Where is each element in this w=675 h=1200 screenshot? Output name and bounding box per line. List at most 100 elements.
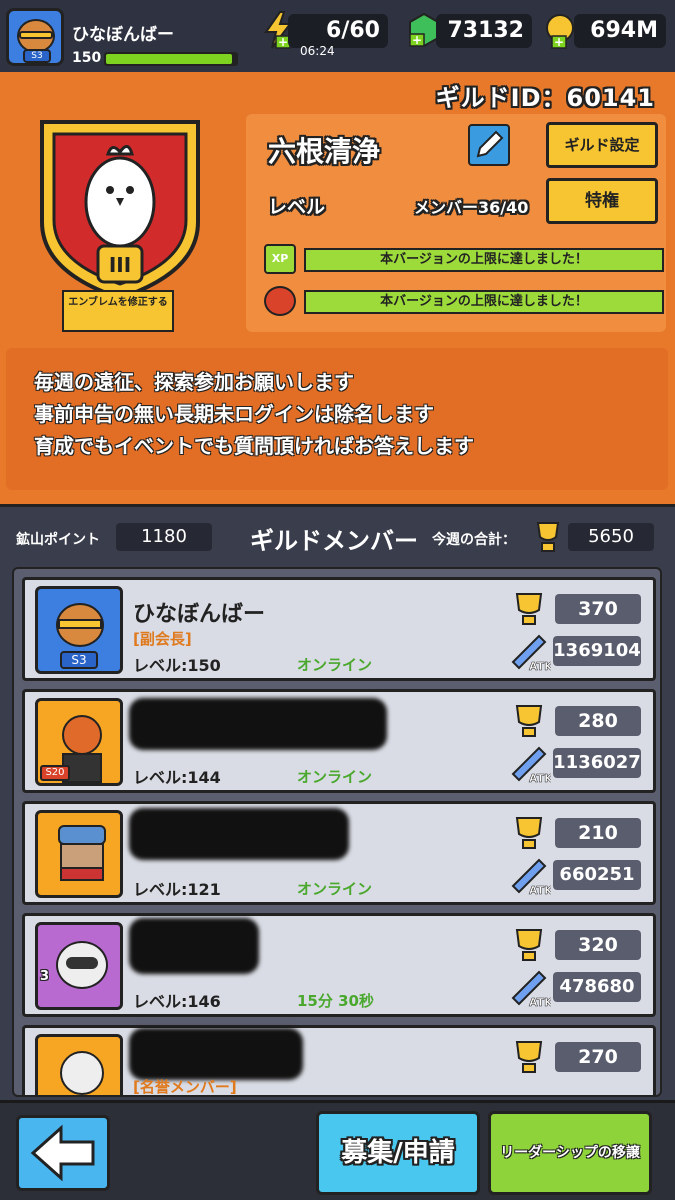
trophy-icon <box>515 593 543 625</box>
member-role: [副会長] <box>133 630 192 648</box>
xp-icon: XP <box>264 244 296 274</box>
sunglasses-icon <box>19 31 53 39</box>
perks-button[interactable]: 特権 <box>546 178 658 224</box>
hammer-icon <box>264 286 296 316</box>
atk-sword-icon: ATK <box>511 970 551 1008</box>
top-bar: S3 ひなぼんばー 150 + 6/60 06:24 + 73132 + 694… <box>0 0 675 72</box>
atk-sword-icon: ATK <box>511 858 551 896</box>
member-avatar <box>35 810 123 898</box>
player-xp-bar <box>104 52 238 66</box>
member-avatar: 3 <box>35 922 123 1010</box>
guild-craft-row: 本バージョンの上限に達しました！ <box>264 286 664 316</box>
season-badge: S3 <box>23 49 51 63</box>
redacted-name <box>129 698 387 750</box>
guild-name: 六根清浄 <box>268 135 381 168</box>
gold-coin-icon[interactable]: + <box>544 10 576 50</box>
member-card[interactable]: 3 レベル:146 15分 30秒 320 ATK 478680 <box>22 913 656 1017</box>
guild-xp-row: XP 本バージョンの上限に達しました！ <box>264 244 664 274</box>
trophy-icon <box>515 1041 543 1073</box>
rename-guild-button[interactable] <box>468 124 510 166</box>
redacted-name <box>129 808 349 860</box>
member-atk: 1369104 <box>553 636 641 666</box>
svg-text:ATK: ATK <box>529 884 551 896</box>
svg-text:+: + <box>554 35 564 49</box>
guild-settings-button[interactable]: ギルド設定 <box>546 122 658 168</box>
gold-counter: 694M <box>574 14 666 48</box>
member-card[interactable]: S20 レベル:144 オンライン 280 ATK 1136027 <box>22 689 656 793</box>
energy-timer: 06:24 <box>300 44 335 58</box>
recruit-button[interactable]: 募集/申請 <box>316 1111 480 1195</box>
atk-sword-icon: ATK <box>511 634 551 672</box>
member-atk: 478680 <box>553 972 641 1002</box>
member-atk: 1136027 <box>553 748 641 778</box>
atk-sword-icon: ATK <box>511 746 551 784</box>
member-card[interactable]: S3 ひなぼんばー [副会長] レベル:150 オンライン 370 ATK 13… <box>22 577 656 681</box>
member-card[interactable]: レベル:121 オンライン 210 ATK 660251 <box>22 801 656 905</box>
member-card[interactable]: [名誉メンバー] 270 <box>22 1025 656 1096</box>
notice-line: 毎週の遠征、探索参加お願いします <box>34 370 354 394</box>
member-badge: 3 <box>40 969 50 984</box>
svg-text:ATK: ATK <box>529 772 551 784</box>
guild-level-label: レベル <box>268 196 326 218</box>
trophy-icon <box>515 929 543 961</box>
svg-text:ATK: ATK <box>529 660 551 672</box>
weekly-total-label: 今週の合計： <box>432 532 516 548</box>
member-avatar: S20 <box>35 698 123 786</box>
trophy-icon <box>515 705 543 737</box>
edit-emblem-button[interactable]: エンブレムを修正する <box>62 290 174 332</box>
member-avatar: S3 <box>35 586 123 674</box>
xp-bar-fill <box>106 54 233 64</box>
trophy-icon <box>515 817 543 849</box>
guild-info-panel: 六根清浄 ギルド設定 レベル メンバー36/40 特権 XP 本バージョンの上限… <box>246 114 666 332</box>
member-count: メンバー36/40 <box>414 198 529 217</box>
member-name: ひなぼんばー <box>133 602 266 627</box>
guild-craft-limit-bar: 本バージョンの上限に達しました！ <box>304 290 664 314</box>
player-level: 150 <box>72 50 102 66</box>
member-trophies: 370 <box>555 594 641 624</box>
member-atk: 660251 <box>553 860 641 890</box>
member-level: レベル:121 <box>133 880 221 899</box>
member-level: レベル:150 <box>133 656 221 675</box>
member-trophies: 320 <box>555 930 641 960</box>
member-status: オンライン <box>297 880 373 898</box>
guild-notice: 毎週の遠征、探索参加お願いします 事前申告の無い長期未ログインは除名します 育成… <box>6 348 668 490</box>
bottom-bar: 募集/申請 リーダーシップの移譲 <box>0 1100 675 1200</box>
pencil-icon <box>476 130 504 158</box>
guild-xp-limit-bar: 本バージョンの上限に達しました！ <box>304 248 664 272</box>
guild-id: ギルドID：60141 <box>435 84 655 112</box>
guild-emblem[interactable]: III <box>32 112 208 302</box>
members-section: 鉱山ポイント 1180 ギルドメンバー 今週の合計： 5650 S3 ひなぼんば… <box>0 504 675 1100</box>
member-status: オンライン <box>297 656 373 674</box>
redacted-name <box>129 918 259 974</box>
member-avatar <box>35 1034 123 1095</box>
member-trophies: 280 <box>555 706 641 736</box>
member-role: [名誉メンバー] <box>133 1078 237 1096</box>
member-trophies: 210 <box>555 818 641 848</box>
member-status: オンライン <box>297 768 373 786</box>
member-season-badge: S3 <box>60 651 98 669</box>
members-title: ギルドメンバー <box>250 527 418 555</box>
member-trophies: 270 <box>555 1042 641 1072</box>
mine-points-value: 1180 <box>116 523 212 551</box>
member-level: レベル:144 <box>133 768 221 787</box>
player-name: ひなぼんばー <box>72 25 174 45</box>
member-status: 15分 30秒 <box>297 992 374 1010</box>
notice-line: 事前申告の無い長期未ログインは除名します <box>34 402 434 426</box>
notice-line: 育成でもイベントでも質問頂ければお答えします <box>34 434 474 458</box>
gem-counter: 73132 <box>436 14 532 48</box>
back-button[interactable] <box>16 1115 110 1191</box>
redacted-name <box>129 1028 303 1080</box>
svg-text:+: + <box>278 35 288 49</box>
member-list[interactable]: S3 ひなぼんばー [副会長] レベル:150 オンライン 370 ATK 13… <box>12 567 662 1097</box>
member-season-badge: S20 <box>40 765 70 781</box>
arrow-left-icon <box>30 1124 95 1182</box>
transfer-leadership-button[interactable]: リーダーシップの移譲 <box>488 1111 652 1195</box>
mine-points-label: 鉱山ポイント <box>16 532 100 548</box>
emblem-rank: III <box>109 253 131 277</box>
svg-text:+: + <box>412 33 422 47</box>
member-level: レベル:146 <box>133 992 221 1011</box>
svg-text:ATK: ATK <box>529 996 551 1008</box>
trophy-icon <box>536 522 560 552</box>
player-avatar[interactable]: S3 <box>6 8 64 66</box>
energy-counter: 6/60 <box>288 14 388 48</box>
